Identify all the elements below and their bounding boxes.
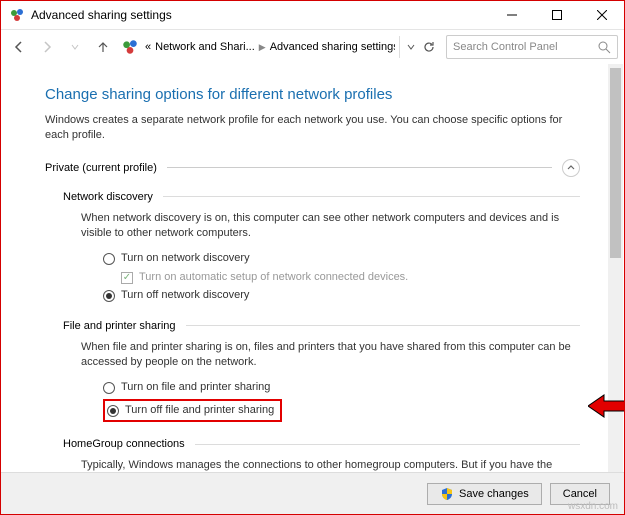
window-title: Advanced sharing settings xyxy=(31,8,489,22)
breadcrumb-advanced[interactable]: Advanced sharing settings xyxy=(270,41,395,53)
page-heading: Change sharing options for different net… xyxy=(45,86,580,103)
minimize-button[interactable] xyxy=(489,1,534,30)
section-network-discovery: Network discovery When network discovery… xyxy=(63,191,580,304)
radio-icon xyxy=(103,253,115,265)
radio-turn-on-file-printer-sharing[interactable]: Turn on file and printer sharing xyxy=(103,380,580,395)
search-input[interactable]: Search Control Panel xyxy=(446,35,618,59)
chevron-right-icon: ▶ xyxy=(259,42,266,53)
radio-icon xyxy=(103,382,115,394)
section-homegroup: HomeGroup connections Typically, Windows… xyxy=(63,438,580,473)
section-file-printer-sharing: File and printer sharing When file and p… xyxy=(63,320,580,423)
forward-button[interactable] xyxy=(35,35,59,59)
arrow-callout-icon xyxy=(588,393,624,424)
close-button[interactable] xyxy=(579,1,624,30)
location-icon xyxy=(121,38,139,56)
shield-icon xyxy=(440,487,454,501)
page-description: Windows creates a separate network profi… xyxy=(45,113,580,143)
profile-private-header[interactable]: Private (current profile) xyxy=(45,159,580,177)
radio-turn-off-file-printer-sharing[interactable]: Turn off file and printer sharing xyxy=(103,399,580,422)
back-button[interactable] xyxy=(7,35,31,59)
radio-turn-on-network-discovery[interactable]: Turn on network discovery xyxy=(103,251,580,266)
collapse-icon[interactable] xyxy=(562,159,580,177)
recent-dropdown-icon[interactable] xyxy=(63,35,87,59)
search-icon xyxy=(598,41,611,54)
navbar: « Network and Shari... ▶ Advanced sharin… xyxy=(1,30,624,64)
cancel-button[interactable]: Cancel xyxy=(550,483,610,505)
breadcrumb-dropdown-icon[interactable] xyxy=(406,42,416,52)
checkbox-auto-setup-devices: ✓ Turn on automatic setup of network con… xyxy=(121,270,580,285)
divider xyxy=(186,325,580,326)
highlight-box: Turn off file and printer sharing xyxy=(103,399,282,422)
search-placeholder: Search Control Panel xyxy=(453,41,598,53)
section-title-file-printer: File and printer sharing xyxy=(63,320,176,332)
breadcrumb-network[interactable]: Network and Shari... xyxy=(155,41,255,53)
titlebar: Advanced sharing settings xyxy=(1,1,624,30)
section-title-network-discovery: Network discovery xyxy=(63,191,153,203)
radio-icon xyxy=(107,405,119,417)
app-icon xyxy=(9,7,25,23)
scrollbar-thumb[interactable] xyxy=(610,68,621,258)
footer: Save changes Cancel xyxy=(1,472,624,514)
radio-icon xyxy=(103,290,115,302)
content-area: Change sharing options for different net… xyxy=(1,64,624,473)
profile-private-label: Private (current profile) xyxy=(45,162,157,174)
homegroup-description: Typically, Windows manages the connectio… xyxy=(81,458,580,473)
section-title-homegroup: HomeGroup connections xyxy=(63,438,185,450)
radio-turn-off-network-discovery[interactable]: Turn off network discovery xyxy=(103,288,580,303)
breadcrumb[interactable]: « Network and Shari... ▶ Advanced sharin… xyxy=(145,41,395,53)
save-changes-button[interactable]: Save changes xyxy=(427,483,542,505)
up-button[interactable] xyxy=(91,35,115,59)
maximize-button[interactable] xyxy=(534,1,579,30)
divider xyxy=(167,167,552,168)
checkbox-icon: ✓ xyxy=(121,272,133,284)
file-printer-description: When file and printer sharing is on, fil… xyxy=(81,340,580,371)
network-discovery-description: When network discovery is on, this compu… xyxy=(81,211,580,242)
divider xyxy=(195,444,580,445)
divider xyxy=(163,196,580,197)
refresh-icon[interactable] xyxy=(422,40,436,54)
breadcrumb-prefix[interactable]: « xyxy=(145,41,151,53)
